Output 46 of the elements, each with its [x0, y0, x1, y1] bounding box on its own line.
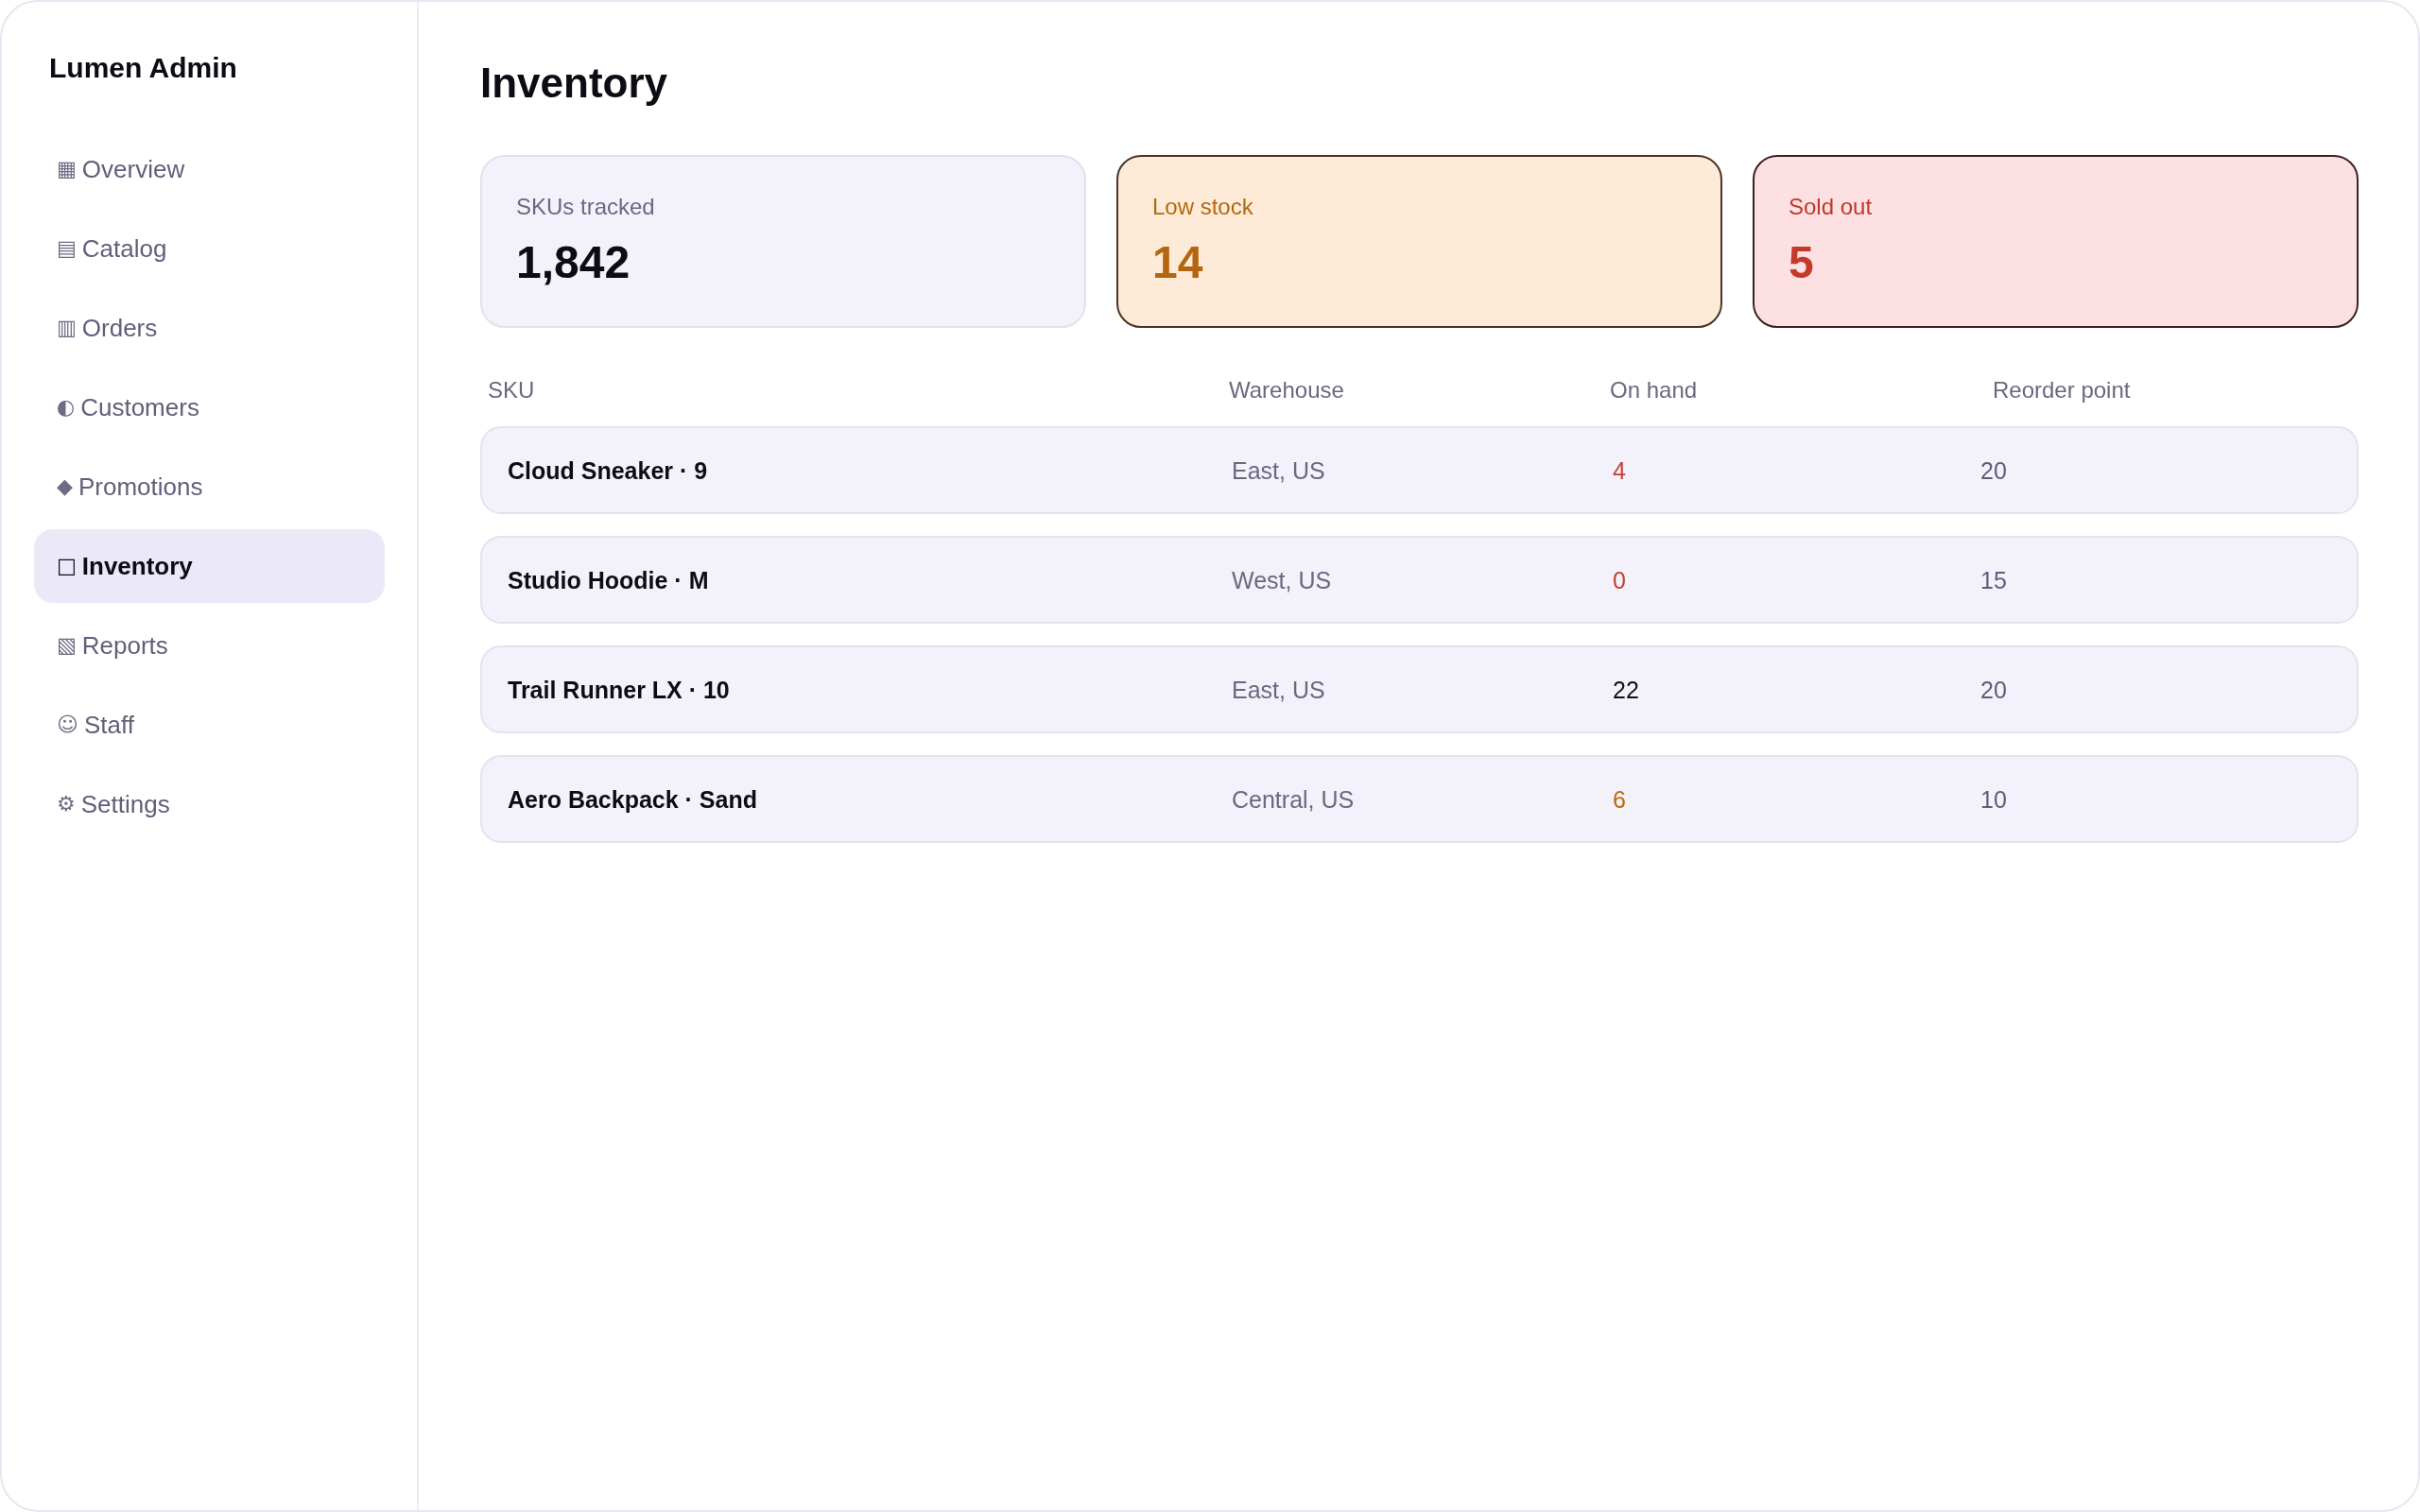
table-cell: 22 [1613, 675, 1639, 704]
table-cell: Trail Runner LX · 10 [508, 675, 730, 704]
sidebar-item[interactable]: ◆ Promotions [34, 450, 385, 524]
sidebar-item[interactable]: ▧ Reports [34, 609, 385, 682]
stat-label: SKUs tracked [516, 193, 655, 221]
column-header: On hand [1610, 376, 1698, 404]
sidebar-item[interactable]: ☺ Staff [34, 688, 385, 762]
smiley-icon: ☺ [57, 714, 78, 735]
stat-label: Sold out [1789, 193, 1873, 221]
half-circle-icon: ◐ [57, 397, 76, 418]
striped-square-icon: ▥ [57, 318, 77, 338]
stat-label: Low stock [1152, 193, 1253, 221]
sidebar-item[interactable]: ▤ Catalog [34, 212, 385, 285]
striped-square-icon: ▤ [57, 238, 77, 259]
table-cell: 4 [1613, 455, 1626, 485]
hatched-square-icon: ▧ [57, 635, 77, 656]
gear-icon: ⚙ [57, 794, 76, 815]
table-cell: Central, US [1232, 784, 1355, 814]
table-cell: East, US [1232, 675, 1325, 704]
column-header: Warehouse [1229, 376, 1344, 404]
sidebar-item[interactable]: ◐ Customers [34, 370, 385, 444]
grid-square-icon: ▦ [57, 159, 77, 180]
sidebar-item[interactable]: ▦ Overview [34, 132, 385, 206]
stat-value: 14 [1152, 236, 1203, 289]
sidebar-item[interactable]: ⚙ Settings [34, 767, 385, 841]
column-header: Reorder point [1993, 376, 2131, 404]
table-cell: 20 [1980, 675, 2007, 704]
table-cell: West, US [1232, 565, 1332, 594]
page-title: Inventory [480, 59, 668, 108]
table-cell: Aero Backpack · Sand [508, 784, 757, 814]
stat-value: 1,842 [516, 236, 631, 289]
table-cell: 20 [1980, 455, 2007, 485]
column-header: SKU [488, 376, 535, 404]
diamond-icon: ◆ [57, 476, 73, 497]
table-cell: Cloud Sneaker · 9 [508, 455, 708, 485]
table-cell: East, US [1232, 455, 1325, 485]
table-cell: Studio Hoodie · M [508, 565, 709, 594]
sidebar-item[interactable]: □ Inventory [34, 529, 385, 603]
stat-value: 5 [1789, 236, 1814, 289]
table-cell: 15 [1980, 565, 2007, 594]
table-cell: 10 [1980, 784, 2007, 814]
table-cell: 0 [1613, 565, 1626, 594]
app-title: Lumen Admin [48, 51, 237, 85]
square-icon: □ [57, 556, 77, 576]
sidebar-item[interactable]: ▥ Orders [34, 291, 385, 365]
table-cell: 6 [1613, 784, 1626, 814]
